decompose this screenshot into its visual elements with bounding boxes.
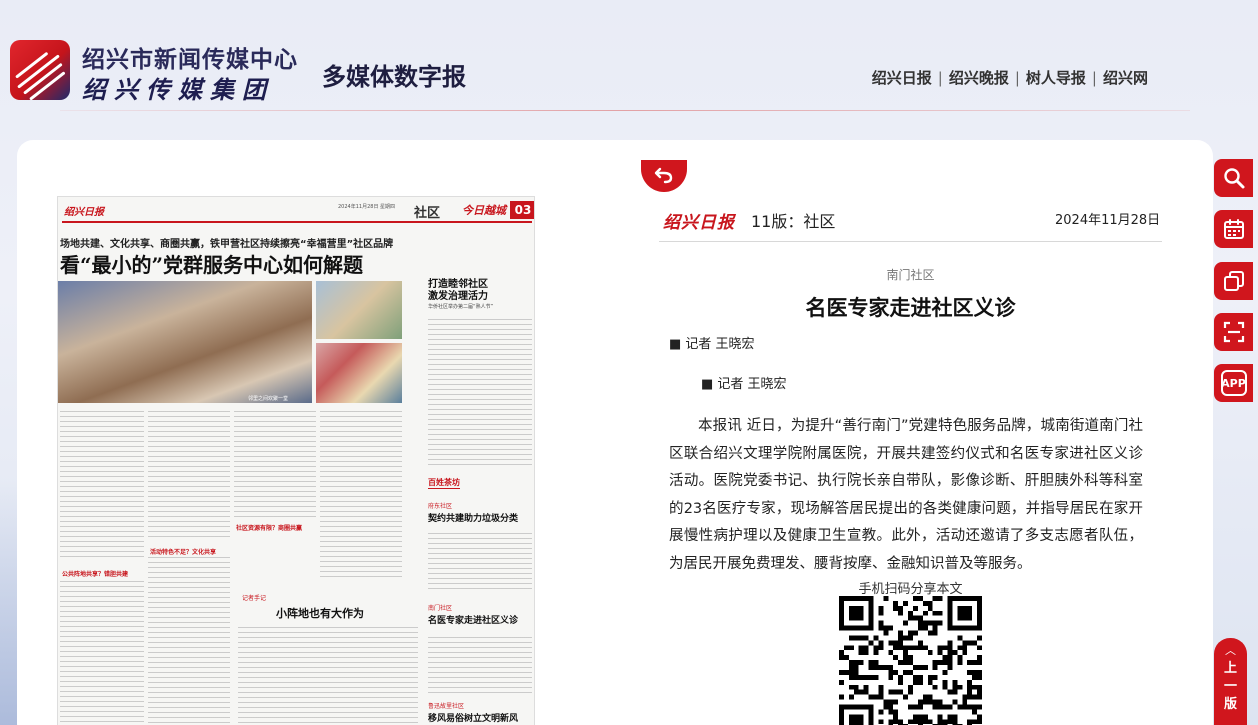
newspaper-page-image[interactable]: 绍兴日报 2024年11月28日 星期四 社区 今日越城 03 场地共建、文化共…	[57, 196, 535, 725]
brand-group-name: 绍兴传媒集团	[82, 75, 274, 104]
article-text-block	[60, 581, 144, 725]
subheading: 活动特色不足？文化共享	[150, 549, 217, 556]
side-photo	[316, 281, 402, 339]
article-text-block	[234, 411, 316, 519]
nav-separator: |	[937, 68, 943, 87]
article-text-block	[148, 557, 230, 725]
newspaper-section: 社区	[414, 206, 441, 221]
header-divider	[60, 110, 1190, 111]
copy-button[interactable]	[1214, 262, 1253, 300]
article-edition: 11版：社区	[751, 212, 836, 231]
story-title[interactable]: 移风易俗树立文明新风	[428, 711, 518, 724]
search-button[interactable]	[1214, 159, 1253, 197]
article-author: ■ 记者 王晓宏	[701, 377, 787, 392]
article-text-block	[320, 411, 402, 581]
qr-code-icon	[839, 595, 982, 725]
article-title: 名医专家走进社区义诊	[805, 296, 1016, 320]
article-paper-logo: 绍兴日报	[663, 213, 735, 233]
scan-icon	[1223, 321, 1244, 343]
previous-page-button[interactable]: ︿ 上一版	[1214, 638, 1247, 725]
newspaper-rule	[62, 221, 532, 223]
article-text-block	[60, 411, 144, 561]
story-label: 记者手记	[242, 595, 267, 602]
headline-kicker[interactable]: 场地共建、文化共享、商圈共赢，铁甲营社区持续擦亮“幸福营里”社区品牌	[60, 235, 393, 250]
article-text-block	[428, 319, 532, 469]
article-text-block	[148, 411, 230, 541]
app-label: APP	[1221, 376, 1246, 390]
scan-button[interactable]	[1214, 313, 1253, 351]
nav-shuren-guide[interactable]: 树人导报	[1022, 67, 1090, 88]
story-label: 鲁迅故里社区	[428, 703, 465, 710]
nav-shaoxing-net[interactable]: 绍兴网	[1099, 67, 1152, 88]
article-author: ■ 记者 王晓宏	[669, 337, 755, 352]
newspaper-headline[interactable]: 看“最小的”党群服务中心如何解题	[60, 249, 363, 278]
article-text-block	[238, 627, 418, 725]
side-photo	[316, 343, 402, 403]
nav-separator: |	[1091, 68, 1097, 87]
section-badge: 百姓茶坊	[428, 478, 460, 489]
calendar-button[interactable]	[1214, 210, 1253, 248]
newspaper-date: 2024年11月28日 星期四	[338, 204, 396, 210]
story-label: 南门社区	[428, 605, 453, 612]
nav-shaoxing-daily[interactable]: 绍兴日报	[868, 67, 936, 88]
story-label: 府东社区	[428, 503, 453, 510]
side-story-title[interactable]: 打造睦邻社区 激发治理活力	[428, 279, 488, 303]
nav-separator: |	[1014, 68, 1020, 87]
subheading: 社区资源有限？商圈共赢	[236, 525, 303, 532]
article-column: 南门社区	[886, 268, 935, 282]
story-title[interactable]: 小阵地也有大作为	[276, 605, 364, 621]
calendar-icon	[1223, 219, 1244, 239]
nav-shaoxing-evening[interactable]: 绍兴晚报	[945, 67, 1013, 88]
newspaper-tag: 今日越城	[462, 204, 506, 217]
article-body: 本报讯 近日，为提升“善行南门”党建特色服务品牌，城南街道南门社区联合绍兴文理学…	[669, 418, 1143, 572]
main-panel: 绍兴日报 2024年11月28日 星期四 社区 今日越城 03 场地共建、文化共…	[17, 140, 1213, 725]
top-navigation: 绍兴日报 | 绍兴晚报 | 树人导报 | 绍兴网	[868, 67, 1152, 88]
site-subtitle: 多媒体数字报	[322, 62, 466, 91]
article-date: 2024年11月28日	[1055, 213, 1161, 228]
article-divider	[659, 241, 1162, 242]
story-title[interactable]: 契约共建助力垃圾分类	[428, 511, 518, 524]
side-story-subtitle: 华侨社区举办第二届“熟人节”	[428, 304, 494, 310]
lead-photo	[58, 281, 312, 403]
site-logo-icon[interactable]	[10, 40, 70, 100]
copy-icon	[1223, 271, 1244, 291]
site-header: 绍兴市新闻传媒中心 绍兴传媒集团 多媒体数字报 绍兴日报 | 绍兴晚报 | 树人…	[0, 0, 1258, 112]
article-text-block	[428, 533, 532, 589]
search-icon	[1223, 168, 1244, 189]
newspaper-logo: 绍兴日报	[64, 207, 104, 218]
app-button[interactable]: APP	[1214, 364, 1253, 402]
subheading: 公共阵地共享？错胆共建	[62, 571, 129, 578]
brand-name: 绍兴市新闻传媒中心	[82, 46, 298, 73]
article-text-block	[428, 637, 532, 697]
previous-page-label: 上一版	[1223, 661, 1237, 712]
chevron-up-icon: ︿	[1225, 644, 1236, 657]
back-arrow-icon	[654, 167, 673, 184]
newspaper-masthead: 绍兴日报 2024年11月28日 星期四 社区 今日越城 03	[58, 197, 534, 221]
photo-caption: 邻里之间欢聚一堂	[248, 396, 289, 402]
story-title-active[interactable]: 名医专家走进社区义诊	[428, 613, 518, 626]
back-button[interactable]	[641, 160, 687, 192]
newspaper-page-number: 03	[510, 201, 534, 219]
